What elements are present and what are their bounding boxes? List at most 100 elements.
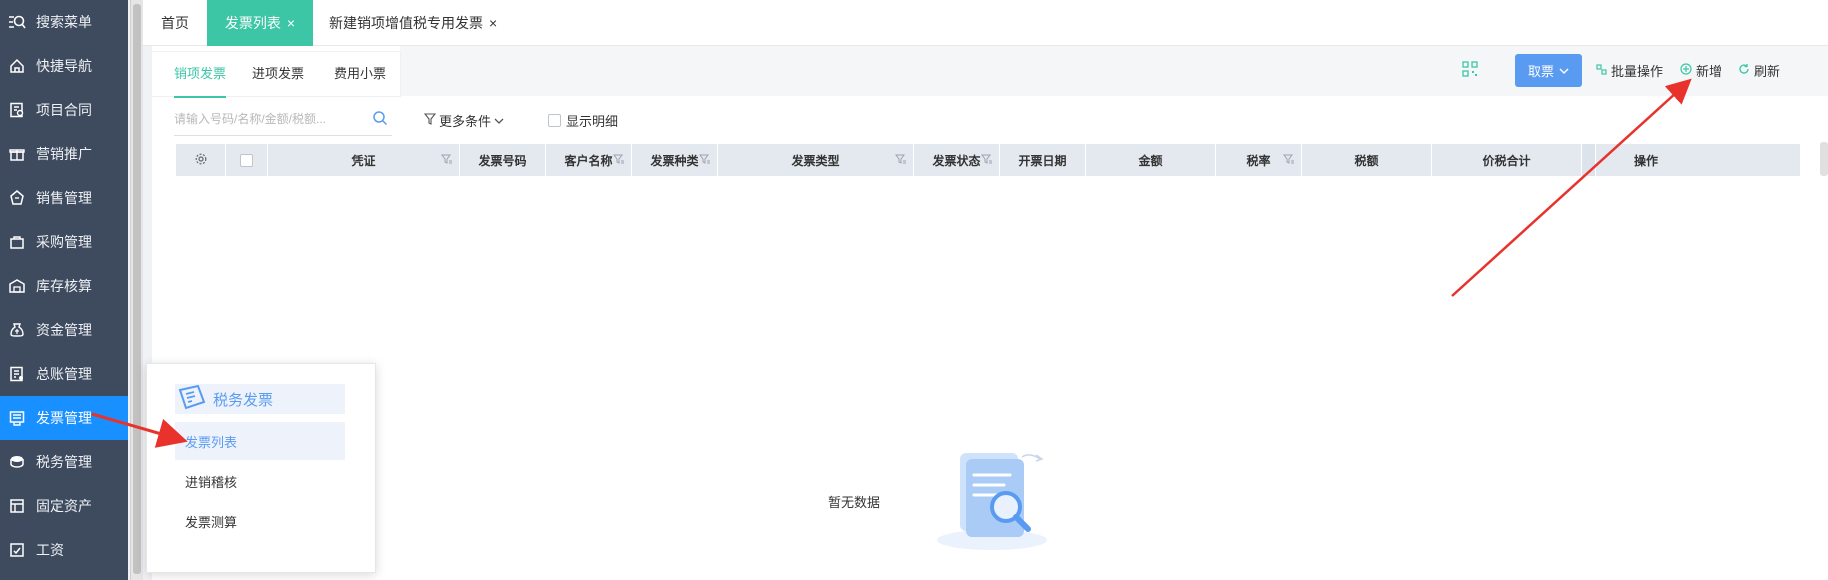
tab-new-vat-invoice[interactable]: 新建销项增值税专用发票 × [329, 0, 529, 46]
sidebar-item-fixed-asset[interactable]: 固定资产 [0, 484, 128, 528]
column-header-total[interactable]: 价税合计 [1432, 144, 1582, 176]
sidebar-item-label: 库存核算 [36, 278, 92, 294]
column-header-amount[interactable]: 金额 [1086, 144, 1216, 176]
column-header-tax-rate[interactable]: 税率 [1216, 144, 1302, 176]
tab-label: 首页 [161, 15, 189, 31]
warehouse-icon [8, 277, 26, 295]
close-icon[interactable]: × [287, 15, 295, 31]
column-header-invoice-number[interactable]: 发票号码 [460, 144, 546, 176]
plus-circle-icon [1680, 63, 1692, 78]
submenu-item-calculation[interactable]: 发票测算 [175, 502, 345, 540]
column-header-tax-amount[interactable]: 税额 [1302, 144, 1432, 176]
fetch-ticket-button[interactable]: 取票 [1515, 54, 1582, 87]
column-header-invoice-type[interactable]: 发票类型 [718, 144, 914, 176]
sales-icon [8, 189, 26, 207]
scrollbar-thumb[interactable] [133, 4, 141, 574]
sidebar-item-project-contract[interactable]: 项目合同 [0, 88, 128, 132]
sidebar-item-label: 工资 [36, 542, 64, 558]
sidebar-scrollbar[interactable] [130, 0, 143, 580]
column-header-issue-date[interactable]: 开票日期 [1000, 144, 1086, 176]
refresh-icon [1738, 63, 1750, 78]
sidebar-item-label: 税务管理 [36, 454, 92, 470]
sidebar-item-label: 快捷导航 [36, 58, 92, 74]
column-header-invoice-kind[interactable]: 发票种类 [632, 144, 718, 176]
refresh-label: 刷新 [1754, 64, 1781, 79]
search-menu-icon [8, 13, 26, 31]
sidebar-item-funds[interactable]: 资金管理 [0, 308, 128, 352]
sidebar-item-invoice[interactable]: 发票管理 [0, 396, 128, 440]
sidebar-item-marketing[interactable]: 营销推广 [0, 132, 128, 176]
search-icon[interactable] [372, 110, 388, 129]
column-header-invoice-status[interactable]: 发票状态 [914, 144, 1000, 176]
column-filter-icon[interactable] [895, 153, 907, 168]
submenu-item-audit[interactable]: 进销稽核 [175, 462, 345, 500]
select-all-checkbox[interactable] [240, 153, 253, 167]
close-icon[interactable]: × [489, 15, 497, 31]
qrcode-button[interactable] [1462, 54, 1478, 87]
contract-icon [8, 101, 26, 119]
column-settings[interactable] [176, 144, 226, 176]
tab-home[interactable]: 首页 [143, 0, 207, 46]
column-filter-icon[interactable] [699, 153, 711, 168]
content-scrollbar[interactable] [1820, 142, 1828, 176]
show-detail-toggle[interactable]: 显示明细 [548, 111, 618, 130]
filter-icon [423, 113, 437, 128]
column-filter-icon[interactable] [613, 153, 625, 168]
sidebar-item-general-ledger[interactable]: 总账管理 [0, 352, 128, 396]
sidebar-item-search-menu[interactable]: 搜索菜单 [0, 0, 128, 44]
column-label: 税率 [1246, 153, 1271, 168]
sidebar-item-purchase[interactable]: 采购管理 [0, 220, 128, 264]
tax-icon [8, 453, 26, 471]
app-root: 搜索菜单 快捷导航 项目合同 营销推广 销售管理 采购管理 库存核算 资金管理 [0, 0, 1828, 580]
column-header-voucher[interactable]: 凭证 [268, 144, 460, 176]
column-label: 税额 [1354, 153, 1379, 168]
add-button[interactable]: 新增 [1680, 54, 1722, 87]
subtab-sales-invoice[interactable]: 销项发票 [174, 54, 227, 98]
show-detail-checkbox[interactable] [548, 114, 561, 127]
tab-invoice-list[interactable]: 发票列表 × [207, 0, 313, 46]
batch-operation-button[interactable]: 批量操作 [1596, 54, 1663, 87]
sidebar-item-label: 采购管理 [36, 234, 92, 250]
search-input[interactable] [174, 104, 354, 134]
search-box [174, 104, 392, 136]
sidebar-item-quick-nav[interactable]: 快捷导航 [0, 44, 128, 88]
gear-icon [195, 153, 207, 168]
batch-operation-label: 批量操作 [1611, 64, 1664, 79]
invoice-submenu: 税务发票 发票列表 进销稽核 发票测算 [146, 363, 376, 573]
more-conditions-label: 更多条件 [439, 114, 492, 129]
column-label: 价税合计 [1482, 153, 1531, 168]
tab-label: 新建销项增值税专用发票 [329, 15, 483, 31]
tax-invoice-icon [177, 384, 207, 414]
column-filter-icon[interactable] [441, 153, 453, 168]
column-label: 发票种类 [650, 153, 699, 168]
invoice-icon [8, 409, 26, 427]
sidebar-item-inventory[interactable]: 库存核算 [0, 264, 128, 308]
refresh-button[interactable]: 刷新 [1738, 54, 1780, 87]
submenu-title: 税务发票 [175, 384, 345, 414]
subtab-expense-receipt[interactable]: 费用小票 [334, 54, 386, 98]
column-header-customer-name[interactable]: 客户名称 [546, 144, 632, 176]
sidebar-item-label: 发票管理 [36, 410, 92, 426]
table-header: 凭证 发票号码 客户名称 发票种类 发票类型 发票状态 开票日期 金额 税率 税… [176, 144, 1800, 176]
empty-illustration [922, 435, 1072, 558]
sidebar-item-tax[interactable]: 税务管理 [0, 440, 128, 484]
sidebar: 搜索菜单 快捷导航 项目合同 营销推广 销售管理 采购管理 库存核算 资金管理 [0, 0, 128, 580]
bag-icon [8, 233, 26, 251]
column-label: 操作 [1633, 153, 1658, 168]
column-label: 金额 [1138, 153, 1163, 168]
select-all[interactable] [226, 144, 268, 176]
column-filter-icon[interactable] [1283, 153, 1295, 168]
fetch-ticket-label: 取票 [1527, 64, 1554, 79]
column-label: 发票状态 [932, 153, 981, 168]
sidebar-item-sales[interactable]: 销售管理 [0, 176, 128, 220]
column-header-actions[interactable]: 操作 [1596, 144, 1696, 176]
column-filter-icon[interactable] [981, 153, 993, 168]
sidebar-item-label: 项目合同 [36, 102, 92, 118]
submenu-item-invoice-list[interactable]: 发票列表 [175, 422, 345, 460]
money-icon [8, 321, 26, 339]
more-conditions-button[interactable]: 更多条件 [423, 111, 504, 130]
column-label: 发票号码 [478, 153, 527, 168]
subtab-purchase-invoice[interactable]: 进项发票 [252, 54, 304, 98]
empty-text: 暂无数据 [828, 495, 881, 510]
sidebar-item-salary[interactable]: 工资 [0, 528, 128, 572]
